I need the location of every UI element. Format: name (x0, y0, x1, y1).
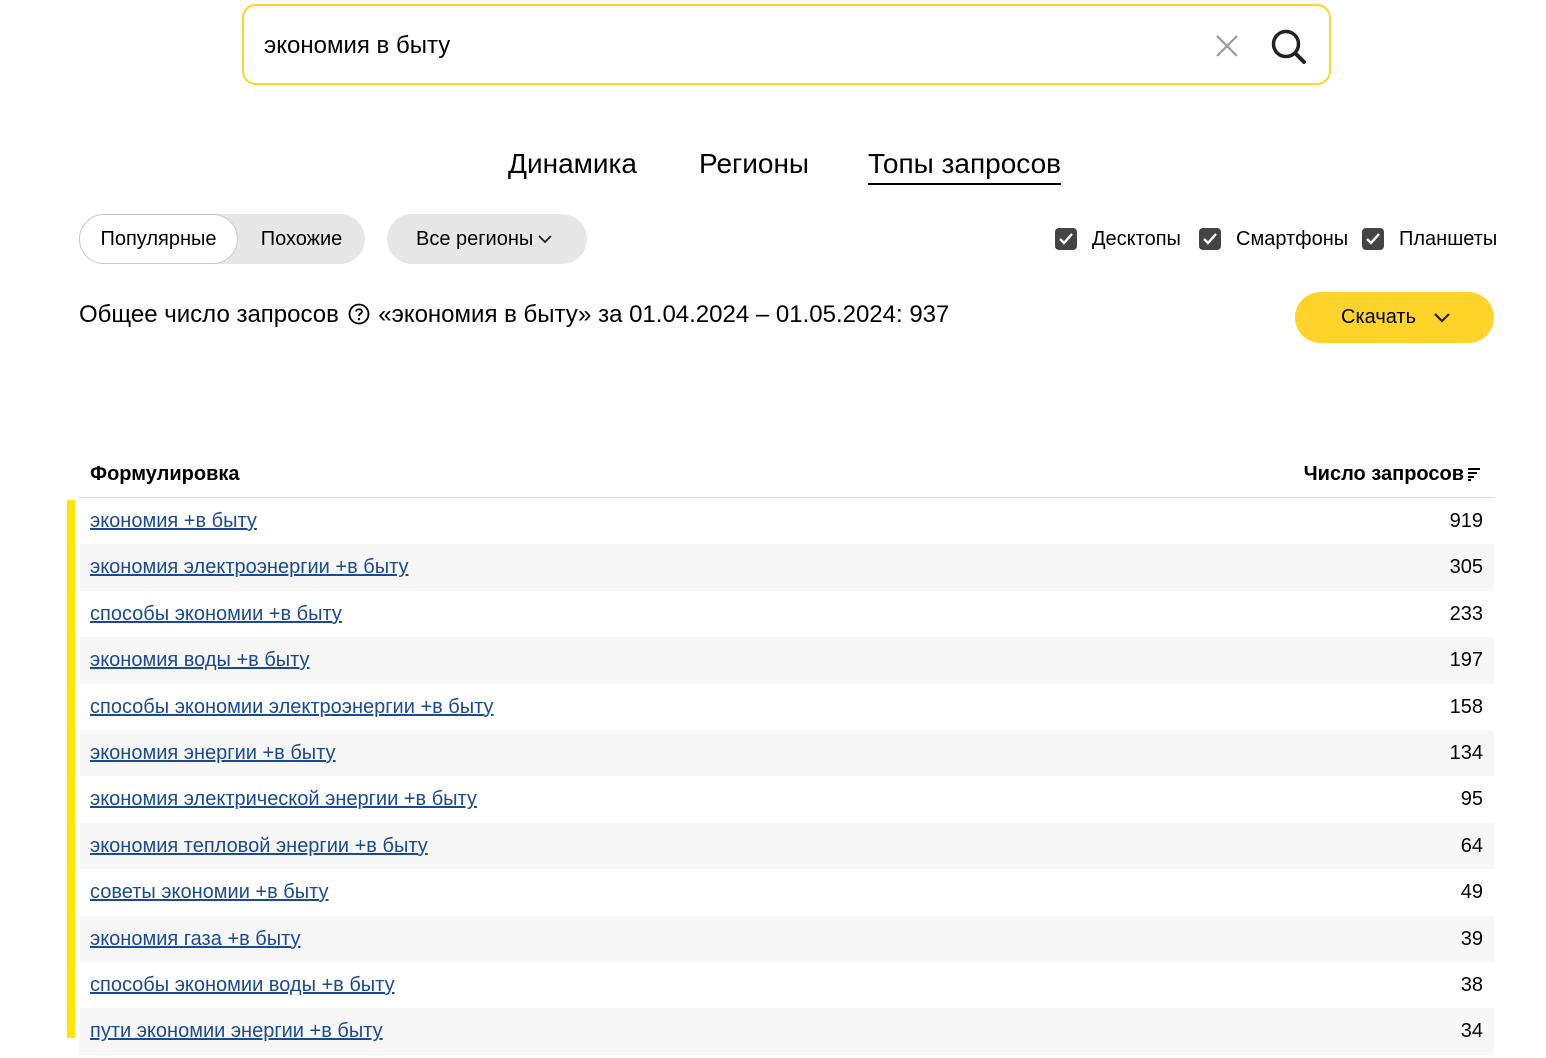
table-row: способы экономии электроэнергии +в быту 1… (79, 684, 1494, 730)
total-value: «экономия в быту» за 01.04.2024 – 01.05.… (378, 301, 950, 328)
query-count: 34 (1460, 1020, 1483, 1043)
accent-bar (67, 500, 75, 1038)
column-phrase: Формулировка (90, 463, 240, 485)
query-link[interactable]: способы экономии электроэнергии +в быту (90, 694, 494, 720)
table-body: экономия +в быту 919 экономия электроэнер… (79, 498, 1494, 1055)
query-link[interactable]: экономия +в быту (90, 508, 257, 534)
total-prefix: Общее число запросов (79, 301, 339, 328)
download-button[interactable]: Скачать (1295, 292, 1494, 343)
search-icon[interactable] (1270, 28, 1308, 66)
query-link[interactable]: экономия электроэнергии +в быту (90, 554, 409, 580)
chevron-down-icon (538, 235, 552, 244)
query-link[interactable]: экономия газа +в быту (90, 926, 300, 952)
search-bar (242, 4, 1331, 85)
tablet-label: Планшеты (1399, 228, 1498, 250)
mode-similar-button[interactable]: Похожие (238, 214, 365, 264)
query-count: 305 (1449, 556, 1483, 579)
column-count[interactable]: Число запросов (1304, 462, 1464, 486)
query-count: 233 (1449, 602, 1483, 625)
query-link[interactable]: пути экономии энергии +в быту (90, 1018, 383, 1044)
query-count: 158 (1449, 695, 1483, 718)
tabs: Динамика Регионы Топы запросов (0, 146, 1546, 190)
query-link[interactable]: способы экономии воды +в быту (90, 972, 395, 998)
query-count: 64 (1460, 834, 1483, 857)
query-link[interactable]: способы экономии +в быту (90, 601, 342, 627)
query-count: 919 (1449, 510, 1483, 532)
mode-popular-button[interactable]: Популярные (79, 214, 238, 264)
table-row: экономия воды +в быту 197 (79, 637, 1494, 684)
tab-regions[interactable]: Регионы (699, 146, 809, 182)
table-row: способы экономии воды +в быту 38 (79, 962, 1494, 1008)
checkbox-checked-icon (1199, 228, 1221, 250)
table-row: экономия +в быту 919 (79, 498, 1494, 544)
device-filters: Десктопы Смартфоны Планшеты (1055, 226, 1497, 252)
tablet-checkbox[interactable]: Планшеты (1362, 226, 1497, 252)
total-requests: Общее число запросов «экономия в быту» з… (79, 298, 949, 332)
mode-switch: Популярные Похожие (79, 214, 365, 264)
query-link[interactable]: экономия электрической энергии +в быту (90, 786, 477, 812)
search-input[interactable] (264, 26, 1164, 66)
query-count: 39 (1460, 927, 1483, 950)
table-row: экономия электрической энергии +в быту 95 (79, 776, 1494, 822)
table-row: пути экономии энергии +в быту 34 (79, 1008, 1494, 1055)
region-select[interactable]: Все регионы (387, 214, 587, 264)
query-link[interactable]: экономия воды +в быту (90, 647, 310, 673)
query-count: 134 (1449, 741, 1483, 764)
query-link[interactable]: экономия энергии +в быту (90, 740, 336, 766)
query-count: 197 (1449, 649, 1483, 672)
table-row: экономия газа +в быту 39 (79, 915, 1494, 962)
query-count: 95 (1460, 788, 1483, 811)
table-header: Формулировка Число запросов (79, 450, 1494, 498)
query-link[interactable]: советы экономии +в быту (90, 879, 329, 905)
tab-top-queries[interactable]: Топы запросов (868, 146, 1062, 185)
table-row: способы экономии +в быту 233 (79, 591, 1494, 637)
table-row: экономия энергии +в быту 134 (79, 729, 1494, 777)
close-icon[interactable] (1214, 33, 1240, 59)
download-label: Скачать (1341, 306, 1416, 328)
desktop-checkbox[interactable]: Десктопы (1055, 226, 1185, 252)
smartphone-label: Смартфоны (1236, 228, 1349, 250)
table-row: экономия тепловой энергии +в быту 64 (79, 822, 1494, 870)
table-row: экономия электроэнергии +в быту 305 (79, 544, 1494, 591)
chevron-down-icon (1434, 313, 1450, 323)
query-count: 38 (1460, 973, 1483, 996)
top-queries-table: Формулировка Число запросов экономия +в … (79, 450, 1494, 1055)
sort-icon[interactable] (1467, 467, 1481, 481)
help-icon[interactable] (348, 303, 370, 325)
table-row: советы экономии +в быту 49 (79, 869, 1494, 915)
query-count: 49 (1460, 881, 1483, 904)
checkbox-checked-icon (1055, 228, 1077, 250)
checkbox-checked-icon (1362, 228, 1384, 250)
desktop-label: Десктопы (1092, 228, 1181, 250)
region-select-label: Все регионы (416, 228, 534, 250)
smartphone-checkbox[interactable]: Смартфоны (1199, 226, 1349, 252)
tab-dynamics[interactable]: Динамика (508, 146, 637, 182)
query-link[interactable]: экономия тепловой энергии +в быту (90, 833, 428, 859)
